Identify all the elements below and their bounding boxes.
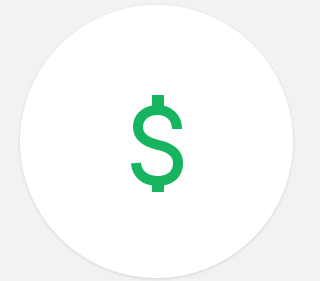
dollar-icon: [128, 95, 188, 192]
